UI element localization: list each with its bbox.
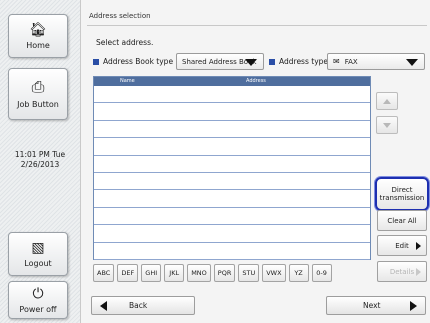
address-book-type-label: Address Book type [93,57,173,66]
list-row[interactable] [94,156,370,173]
chevron-down-icon [406,59,418,66]
address-book-type-select[interactable]: Shared Address Book [176,53,264,70]
address-type-label: Address type [269,57,328,66]
alpha-index-bar: ABC DEF GHI JKL MNO PQR STU VWX YZ 0-9 [93,264,332,282]
marker-icon [93,58,99,65]
logout-label: Logout [24,258,52,268]
arrow-down-icon [383,122,391,128]
direct-transmission-button[interactable]: Direct transmission [375,177,429,211]
address-list[interactable]: Name Address [93,76,371,260]
main-panel: Address selection Select address. Addres… [80,0,430,323]
chevron-right-icon [416,242,421,250]
next-button[interactable]: Next [326,296,426,315]
prompt-text: Select address. [96,38,154,47]
list-row[interactable] [94,86,370,104]
list-row[interactable] [94,190,370,208]
list-row[interactable] [94,243,370,260]
clock-date: 2/26/2013 [20,160,60,169]
chevron-right-icon [416,268,421,276]
alpha-button-def[interactable]: DEF [117,264,139,282]
list-row[interactable] [94,173,370,191]
alpha-button-abc[interactable]: ABC [93,264,115,282]
job-button-label: Job Button [17,99,59,109]
alpha-button-0-9[interactable]: 0-9 [311,264,332,282]
marker-icon [269,58,275,65]
alpha-button-jkl[interactable]: JKL [164,264,185,282]
column-address: Address [246,78,266,84]
power-off-label: Power off [19,304,57,314]
fax-icon: ✉ [333,57,340,66]
list-header: Name Address [94,77,370,86]
scroll-down-button[interactable] [376,116,398,134]
alpha-button-stu[interactable]: STU [238,264,260,282]
list-row[interactable] [94,121,370,139]
home-button[interactable]: 🏠︎ Home [8,14,68,58]
details-button[interactable]: Details [377,261,427,282]
arrow-right-icon [410,300,417,311]
home-icon: 🏠︎ [29,21,47,38]
home-label: Home [26,40,50,50]
clock-time: 11:01 PM Tue [14,150,66,159]
power-off-button[interactable]: ⏻ Power off [8,281,68,319]
edit-button[interactable]: Edit [377,235,427,256]
alpha-button-mno[interactable]: MNO [187,264,211,282]
left-panel: 🏠︎ Home ⎙ Job Button 11:01 PM Tue 2/26/2… [0,0,80,323]
page-title: Address selection [87,12,427,26]
alpha-button-pqr[interactable]: PQR [213,264,236,282]
clear-all-button[interactable]: Clear All [377,210,427,231]
arrow-left-icon [100,300,107,311]
power-icon: ⏻ [32,285,44,302]
scroll-up-button[interactable] [376,92,398,110]
list-row[interactable] [94,103,370,121]
logout-button[interactable]: ▧ Logout [8,232,68,276]
clock: 11:01 PM Tue 2/26/2013 [0,135,80,185]
back-button[interactable]: Back [91,296,195,315]
logout-icon: ▧ [31,239,45,256]
list-row[interactable] [94,208,370,226]
job-button[interactable]: ⎙ Job Button [8,68,68,120]
job-icon: ⎙ [31,76,45,96]
arrow-up-icon [383,98,391,104]
alpha-button-vwx[interactable]: VWX [262,264,286,282]
list-row[interactable] [94,138,370,156]
column-name: Name [120,78,135,84]
address-type-select[interactable]: ✉ FAX [327,53,425,70]
alpha-button-ghi[interactable]: GHI [141,264,162,282]
alpha-button-yz[interactable]: YZ [288,264,309,282]
chevron-down-icon [245,59,257,66]
list-row[interactable] [94,225,370,243]
